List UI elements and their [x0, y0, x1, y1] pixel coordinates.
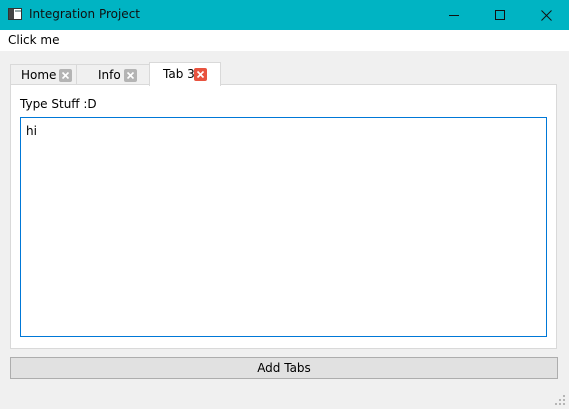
text-area-label: Type Stuff :D	[20, 97, 97, 111]
close-icon	[194, 68, 207, 81]
size-grip-icon[interactable]	[554, 394, 566, 406]
minimize-button[interactable]	[431, 0, 477, 30]
close-icon	[124, 69, 137, 82]
tab-close-button[interactable]	[59, 69, 72, 82]
title-bar[interactable]: Integration Project	[0, 0, 569, 30]
tab-info[interactable]: Info	[76, 64, 150, 85]
window-title: Integration Project	[29, 7, 140, 21]
app-icon	[8, 8, 22, 20]
close-icon	[59, 69, 72, 82]
maximize-button[interactable]	[477, 0, 523, 30]
tab-label: Tab 3	[163, 67, 195, 81]
maximize-icon	[495, 10, 505, 20]
minimize-icon	[449, 15, 459, 16]
tab-panel: Type Stuff :D hi	[10, 84, 557, 349]
add-tabs-button[interactable]: Add Tabs	[10, 357, 558, 379]
tab-close-button[interactable]	[124, 69, 137, 82]
tab-tab-3[interactable]: Tab 3	[149, 62, 221, 86]
menu-bar: Click me	[0, 30, 569, 51]
menu-item-click-me[interactable]: Click me	[0, 30, 67, 51]
tab-label: Info	[98, 68, 121, 82]
tab-home[interactable]: Home	[10, 64, 77, 85]
tab-label: Home	[21, 68, 57, 82]
close-icon	[541, 10, 552, 21]
text-area[interactable]: hi	[20, 117, 547, 337]
close-window-button[interactable]	[523, 0, 569, 30]
tab-close-button[interactable]	[194, 68, 207, 81]
